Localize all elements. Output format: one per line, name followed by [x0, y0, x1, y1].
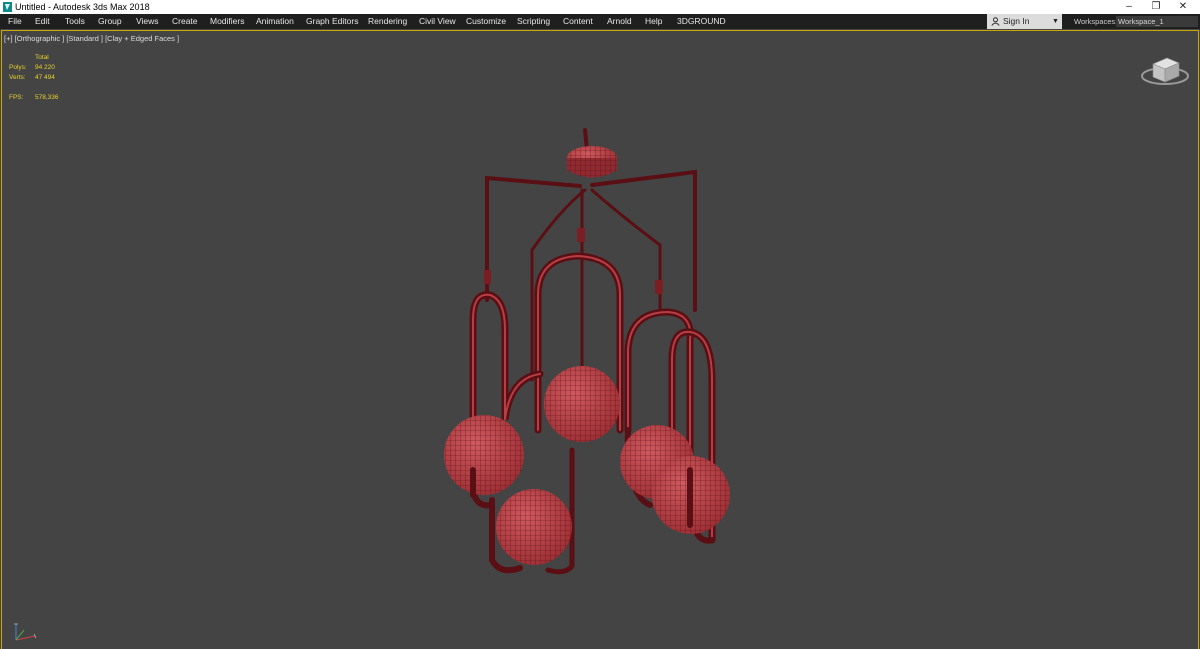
menu-help[interactable]: Help [645, 14, 662, 29]
title-bar: Untitled - Autodesk 3ds Max 2018 – ❐ ✕ [0, 0, 1200, 14]
stats-header: Total [35, 54, 49, 61]
menu-group[interactable]: Group [98, 14, 122, 29]
menu-civil-view[interactable]: Civil View [419, 14, 456, 29]
fps-label: FPS: [9, 94, 24, 101]
chandelier-model[interactable] [440, 125, 740, 580]
verts-label: Verts: [9, 74, 26, 81]
chevron-down-icon: ▼ [1052, 18, 1059, 25]
viewport-label[interactable]: [+] [Orthographic ] [Standard ] [Clay + … [4, 34, 179, 43]
viewcube-icon[interactable] [1139, 52, 1191, 88]
sign-in-label: Sign In [1003, 16, 1030, 26]
close-button[interactable]: ✕ [1170, 0, 1196, 14]
menu-rendering[interactable]: Rendering [368, 14, 407, 29]
user-icon [991, 17, 1000, 26]
menu-3dground[interactable]: 3DGROUND [677, 14, 726, 29]
menu-graph-editors[interactable]: Graph Editors [306, 14, 358, 29]
window-title: Untitled - Autodesk 3ds Max 2018 [15, 2, 150, 12]
menu-file[interactable]: File [8, 14, 22, 29]
maximize-button[interactable]: ❐ [1143, 0, 1169, 14]
menu-edit[interactable]: Edit [35, 14, 50, 29]
sign-in-dropdown[interactable]: Sign In ▼ [987, 14, 1062, 29]
menu-views[interactable]: Views [136, 14, 159, 29]
3dsmax-app-icon [3, 2, 12, 12]
fps-value: 578,336 [35, 94, 59, 101]
menu-modifiers[interactable]: Modifiers [210, 14, 244, 29]
menu-animation[interactable]: Animation [256, 14, 294, 29]
polys-value: 94 220 [35, 64, 55, 71]
axis-tripod-icon [14, 623, 37, 641]
verts-value: 47 494 [35, 74, 55, 81]
polys-label: Polys: [9, 64, 27, 71]
menu-tools[interactable]: Tools [65, 14, 85, 29]
menu-arnold[interactable]: Arnold [607, 14, 632, 29]
workspaces-label: Workspaces: [1074, 17, 1118, 26]
menu-scripting[interactable]: Scripting [517, 14, 550, 29]
minimize-button[interactable]: – [1116, 0, 1142, 14]
menu-create[interactable]: Create [172, 14, 198, 29]
workspaces-select[interactable]: Workspace_1 [1116, 16, 1198, 27]
menu-content[interactable]: Content [563, 14, 593, 29]
menu-customize[interactable]: Customize [466, 14, 506, 29]
